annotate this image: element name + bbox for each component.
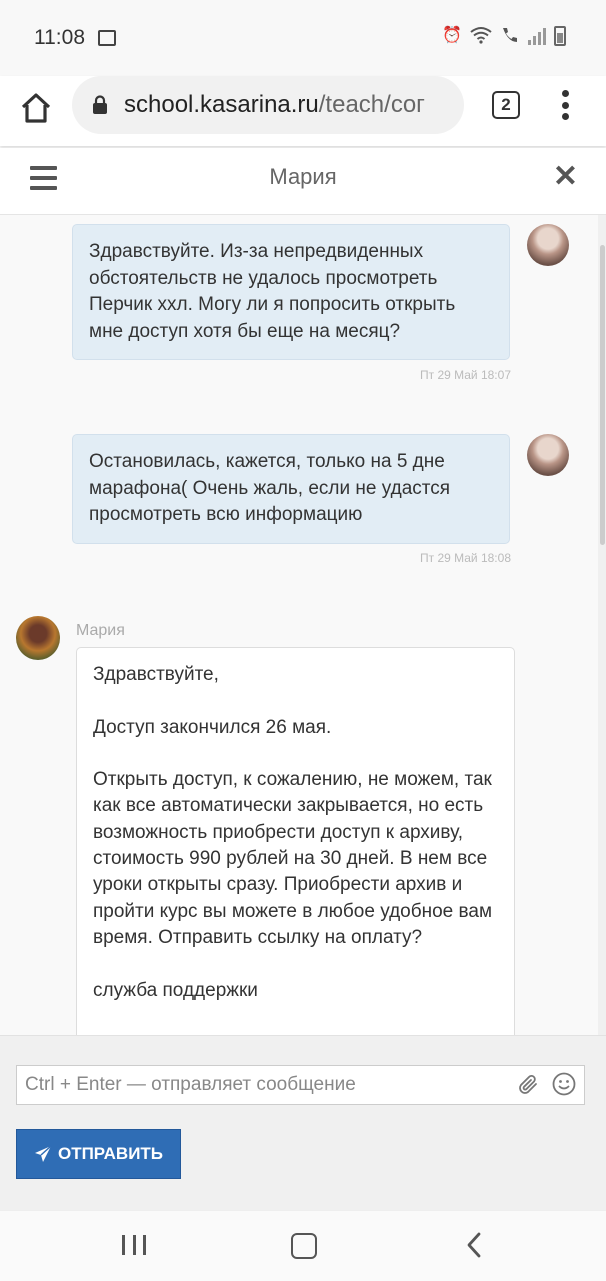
paperclip-icon[interactable] (516, 1073, 540, 1097)
browser-menu-icon[interactable] (560, 90, 570, 120)
scrollbar[interactable] (598, 215, 606, 1035)
user-avatar (527, 434, 569, 476)
message-time: Пт 29 Май 18:08 (419, 551, 511, 565)
outgoing-message-bubble: Здравствуйте. Из-за непредвиденных обсто… (72, 224, 510, 360)
status-time: 11:08 (34, 26, 85, 49)
recent-apps-icon[interactable] (122, 1235, 146, 1255)
user-avatar (527, 224, 569, 266)
home-nav-icon[interactable] (291, 1233, 317, 1259)
message-input-placeholder: Ctrl + Enter — отправляет сообщение (25, 1074, 356, 1095)
status-icons: ⏰ (442, 26, 566, 46)
status-bar: 11:08 ⏰ (0, 0, 606, 76)
url-path: /teach/coг (318, 91, 425, 118)
support-avatar (16, 616, 60, 660)
browser-toolbar: school.kasarina.ru/teach/coг 2 (0, 76, 606, 146)
system-nav-bar (0, 1210, 606, 1281)
chat-header: Мария ✕ (0, 148, 606, 215)
alarm-icon: ⏰ (442, 27, 462, 44)
back-icon[interactable] (464, 1231, 484, 1259)
message-text: Здравствуйте. Из-за непредвиденных обсто… (89, 241, 456, 342)
chat-title: Мария (269, 164, 337, 189)
wifi-call-icon (500, 26, 520, 46)
lock-icon (93, 95, 107, 114)
battery-icon (554, 26, 566, 46)
scrollbar-thumb[interactable] (600, 245, 605, 545)
url-text: school.kasarina.ru/teach/coг (124, 91, 425, 119)
incoming-message-bubble: Здравствуйте, Доступ закончился 26 мая. … (76, 647, 515, 1035)
gallery-notification-icon (98, 30, 116, 46)
message-input[interactable]: Ctrl + Enter — отправляет сообщение (16, 1065, 585, 1105)
signal-icon (528, 27, 546, 45)
message-list[interactable]: Здравствуйте. Из-за непредвиденных обсто… (0, 215, 606, 1035)
outgoing-message-bubble: Остановилась, кажется, только на 5 дне м… (72, 434, 510, 544)
emoji-icon[interactable] (552, 1072, 576, 1096)
url-host: school.kasarina.ru (124, 91, 319, 118)
message-composer: Ctrl + Enter — отправляет сообщение ОТПР… (0, 1035, 606, 1211)
sender-name: Мария (76, 622, 125, 639)
wifi-icon (470, 26, 492, 46)
send-button[interactable]: ОТПРАВИТЬ (16, 1129, 181, 1179)
send-icon (34, 1145, 52, 1162)
message-text: Остановилась, кажется, только на 5 дне м… (89, 451, 451, 525)
message-time: Пт 29 Май 18:07 (419, 368, 511, 382)
address-bar[interactable]: school.kasarina.ru/teach/coг (72, 76, 464, 134)
home-icon[interactable] (18, 90, 54, 126)
send-button-label: ОТПРАВИТЬ (57, 1144, 164, 1163)
close-icon[interactable]: ✕ (553, 162, 578, 192)
tab-switcher-button[interactable]: 2 (492, 91, 520, 119)
